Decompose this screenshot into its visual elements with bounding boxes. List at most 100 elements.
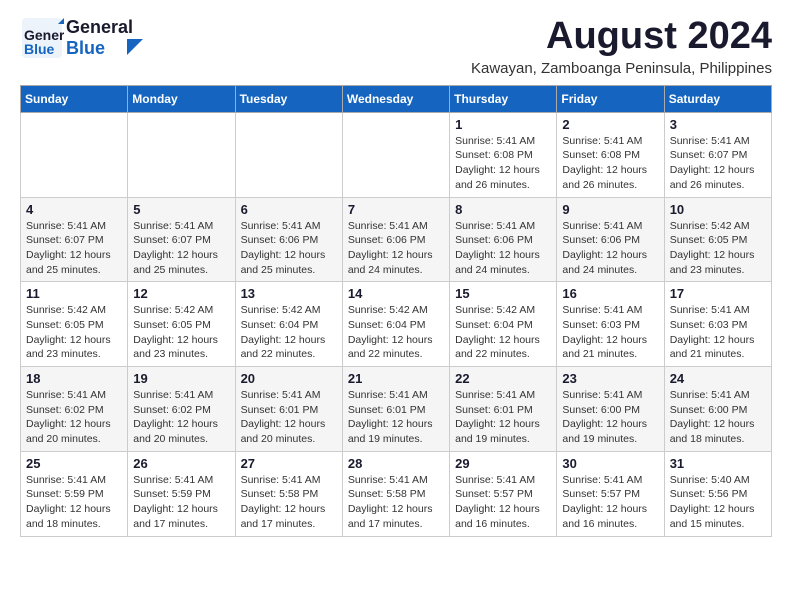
calendar-cell: 30 Sunrise: 5:41 AMSunset: 5:57 PMDayligh… bbox=[557, 451, 664, 536]
calendar-cell: 25 Sunrise: 5:41 AMSunset: 5:59 PMDayligh… bbox=[21, 451, 128, 536]
day-info: Sunrise: 5:41 AMSunset: 6:08 PMDaylight:… bbox=[562, 134, 658, 193]
day-number: 24 bbox=[670, 371, 766, 386]
calendar-cell: 12 Sunrise: 5:42 AMSunset: 6:05 PMDayligh… bbox=[128, 282, 235, 367]
calendar-cell: 6Sunrise: 5:41 AMSunset: 6:06 PMDaylight… bbox=[235, 197, 342, 282]
month-title: August 2024 bbox=[471, 16, 772, 58]
day-number: 9 bbox=[562, 202, 658, 217]
day-info: Sunrise: 5:41 AMSunset: 6:01 PMDaylight:… bbox=[348, 388, 444, 447]
day-info: Sunrise: 5:42 AMSunset: 6:04 PMDaylight:… bbox=[455, 303, 551, 362]
location-text: Kawayan, Zamboanga Peninsula, Philippine… bbox=[471, 60, 772, 77]
calendar-cell: 11 Sunrise: 5:42 AMSunset: 6:05 PMDayligh… bbox=[21, 282, 128, 367]
day-number: 21 bbox=[348, 371, 444, 386]
page-header: General Blue General Blue August 2024 Ka… bbox=[20, 16, 772, 77]
calendar-cell: 21 Sunrise: 5:41 AMSunset: 6:01 PMDayligh… bbox=[342, 367, 449, 452]
calendar-cell: 15 Sunrise: 5:42 AMSunset: 6:04 PMDayligh… bbox=[450, 282, 557, 367]
calendar-cell: 8 Sunrise: 5:41 AMSunset: 6:06 PMDaylight… bbox=[450, 197, 557, 282]
calendar-week-1: 1 Sunrise: 5:41 AMSunset: 6:08 PMDaylight… bbox=[21, 112, 772, 197]
calendar-cell: 31 Sunrise: 5:40 AMSunset: 5:56 PMDayligh… bbox=[664, 451, 771, 536]
day-info: Sunrise: 5:41 AMSunset: 5:59 PMDaylight:… bbox=[133, 473, 229, 532]
calendar-table: SundayMondayTuesdayWednesdayThursdayFrid… bbox=[20, 85, 772, 537]
day-number: 7 bbox=[348, 202, 444, 217]
day-info: Sunrise: 5:41 AMSunset: 5:57 PMDaylight:… bbox=[455, 473, 551, 532]
calendar-cell bbox=[342, 112, 449, 197]
day-number: 15 bbox=[455, 286, 551, 301]
day-number: 29 bbox=[455, 456, 551, 471]
calendar-cell: 19Sunrise: 5:41 AMSunset: 6:02 PMDayligh… bbox=[128, 367, 235, 452]
day-number: 13 bbox=[241, 286, 337, 301]
calendar-cell bbox=[235, 112, 342, 197]
day-number: 26 bbox=[133, 456, 229, 471]
day-info: Sunrise: 5:41 AMSunset: 6:01 PMDaylight:… bbox=[455, 388, 551, 447]
day-info: Sunrise: 5:41 AMSunset: 6:02 PMDaylight:… bbox=[26, 388, 122, 447]
calendar-cell: 5Sunrise: 5:41 AMSunset: 6:07 PMDaylight… bbox=[128, 197, 235, 282]
day-number: 8 bbox=[455, 202, 551, 217]
day-info: Sunrise: 5:41 AMSunset: 5:57 PMDaylight:… bbox=[562, 473, 658, 532]
calendar-cell: 2 Sunrise: 5:41 AMSunset: 6:08 PMDaylight… bbox=[557, 112, 664, 197]
day-info: Sunrise: 5:41 AMSunset: 6:06 PMDaylight:… bbox=[562, 219, 658, 278]
day-number: 30 bbox=[562, 456, 658, 471]
calendar-week-5: 25 Sunrise: 5:41 AMSunset: 5:59 PMDayligh… bbox=[21, 451, 772, 536]
day-number: 11 bbox=[26, 286, 122, 301]
logo-general-text: General bbox=[66, 17, 133, 38]
day-number: 1 bbox=[455, 117, 551, 132]
calendar-cell: 29 Sunrise: 5:41 AMSunset: 5:57 PMDayligh… bbox=[450, 451, 557, 536]
day-number: 3 bbox=[670, 117, 766, 132]
day-number: 27 bbox=[241, 456, 337, 471]
day-header-thursday: Thursday bbox=[450, 85, 557, 112]
calendar-week-2: 4Sunrise: 5:41 AMSunset: 6:07 PMDaylight… bbox=[21, 197, 772, 282]
day-info: Sunrise: 5:42 AMSunset: 6:05 PMDaylight:… bbox=[26, 303, 122, 362]
calendar-cell bbox=[128, 112, 235, 197]
day-header-wednesday: Wednesday bbox=[342, 85, 449, 112]
logo-icon: General Blue bbox=[20, 16, 64, 60]
day-number: 6 bbox=[241, 202, 337, 217]
day-header-saturday: Saturday bbox=[664, 85, 771, 112]
day-info: Sunrise: 5:41 AMSunset: 5:58 PMDaylight:… bbox=[241, 473, 337, 532]
calendar-cell: 3Sunrise: 5:41 AMSunset: 6:07 PMDaylight… bbox=[664, 112, 771, 197]
day-number: 12 bbox=[133, 286, 229, 301]
day-info: Sunrise: 5:41 AMSunset: 6:08 PMDaylight:… bbox=[455, 134, 551, 193]
day-number: 10 bbox=[670, 202, 766, 217]
calendar-cell: 24Sunrise: 5:41 AMSunset: 6:00 PMDayligh… bbox=[664, 367, 771, 452]
day-number: 2 bbox=[562, 117, 658, 132]
title-block: August 2024 Kawayan, Zamboanga Peninsula… bbox=[471, 16, 772, 77]
day-number: 19 bbox=[133, 371, 229, 386]
day-header-sunday: Sunday bbox=[21, 85, 128, 112]
day-number: 31 bbox=[670, 456, 766, 471]
day-info: Sunrise: 5:42 AMSunset: 6:05 PMDaylight:… bbox=[133, 303, 229, 362]
day-info: Sunrise: 5:40 AMSunset: 5:56 PMDaylight:… bbox=[670, 473, 766, 532]
calendar-cell: 26 Sunrise: 5:41 AMSunset: 5:59 PMDayligh… bbox=[128, 451, 235, 536]
calendar-cell: 23Sunrise: 5:41 AMSunset: 6:00 PMDayligh… bbox=[557, 367, 664, 452]
calendar-cell bbox=[21, 112, 128, 197]
day-info: Sunrise: 5:41 AMSunset: 5:58 PMDaylight:… bbox=[348, 473, 444, 532]
day-number: 28 bbox=[348, 456, 444, 471]
calendar-cell: 17 Sunrise: 5:41 AMSunset: 6:03 PMDayligh… bbox=[664, 282, 771, 367]
calendar-cell: 7 Sunrise: 5:41 AMSunset: 6:06 PMDaylight… bbox=[342, 197, 449, 282]
day-number: 25 bbox=[26, 456, 122, 471]
day-number: 16 bbox=[562, 286, 658, 301]
day-header-monday: Monday bbox=[128, 85, 235, 112]
day-info: Sunrise: 5:41 AMSunset: 5:59 PMDaylight:… bbox=[26, 473, 122, 532]
calendar-cell: 13 Sunrise: 5:42 AMSunset: 6:04 PMDayligh… bbox=[235, 282, 342, 367]
day-info: Sunrise: 5:41 AMSunset: 6:01 PMDaylight:… bbox=[241, 388, 337, 447]
logo-arrow-icon bbox=[127, 39, 143, 55]
day-info: Sunrise: 5:42 AMSunset: 6:04 PMDaylight:… bbox=[348, 303, 444, 362]
calendar-cell: 22Sunrise: 5:41 AMSunset: 6:01 PMDayligh… bbox=[450, 367, 557, 452]
day-info: Sunrise: 5:41 AMSunset: 6:06 PMDaylight:… bbox=[455, 219, 551, 278]
day-info: Sunrise: 5:41 AMSunset: 6:06 PMDaylight:… bbox=[348, 219, 444, 278]
day-info: Sunrise: 5:42 AMSunset: 6:04 PMDaylight:… bbox=[241, 303, 337, 362]
day-number: 17 bbox=[670, 286, 766, 301]
calendar-week-3: 11 Sunrise: 5:42 AMSunset: 6:05 PMDayligh… bbox=[21, 282, 772, 367]
day-number: 5 bbox=[133, 202, 229, 217]
day-header-tuesday: Tuesday bbox=[235, 85, 342, 112]
day-number: 18 bbox=[26, 371, 122, 386]
calendar-cell: 14Sunrise: 5:42 AMSunset: 6:04 PMDayligh… bbox=[342, 282, 449, 367]
day-number: 4 bbox=[26, 202, 122, 217]
calendar-cell: 1 Sunrise: 5:41 AMSunset: 6:08 PMDaylight… bbox=[450, 112, 557, 197]
day-header-friday: Friday bbox=[557, 85, 664, 112]
day-info: Sunrise: 5:41 AMSunset: 6:03 PMDaylight:… bbox=[562, 303, 658, 362]
calendar-cell: 18 Sunrise: 5:41 AMSunset: 6:02 PMDayligh… bbox=[21, 367, 128, 452]
day-info: Sunrise: 5:41 AMSunset: 6:00 PMDaylight:… bbox=[562, 388, 658, 447]
calendar-cell: 16 Sunrise: 5:41 AMSunset: 6:03 PMDayligh… bbox=[557, 282, 664, 367]
day-info: Sunrise: 5:41 AMSunset: 6:03 PMDaylight:… bbox=[670, 303, 766, 362]
day-info: Sunrise: 5:42 AMSunset: 6:05 PMDaylight:… bbox=[670, 219, 766, 278]
